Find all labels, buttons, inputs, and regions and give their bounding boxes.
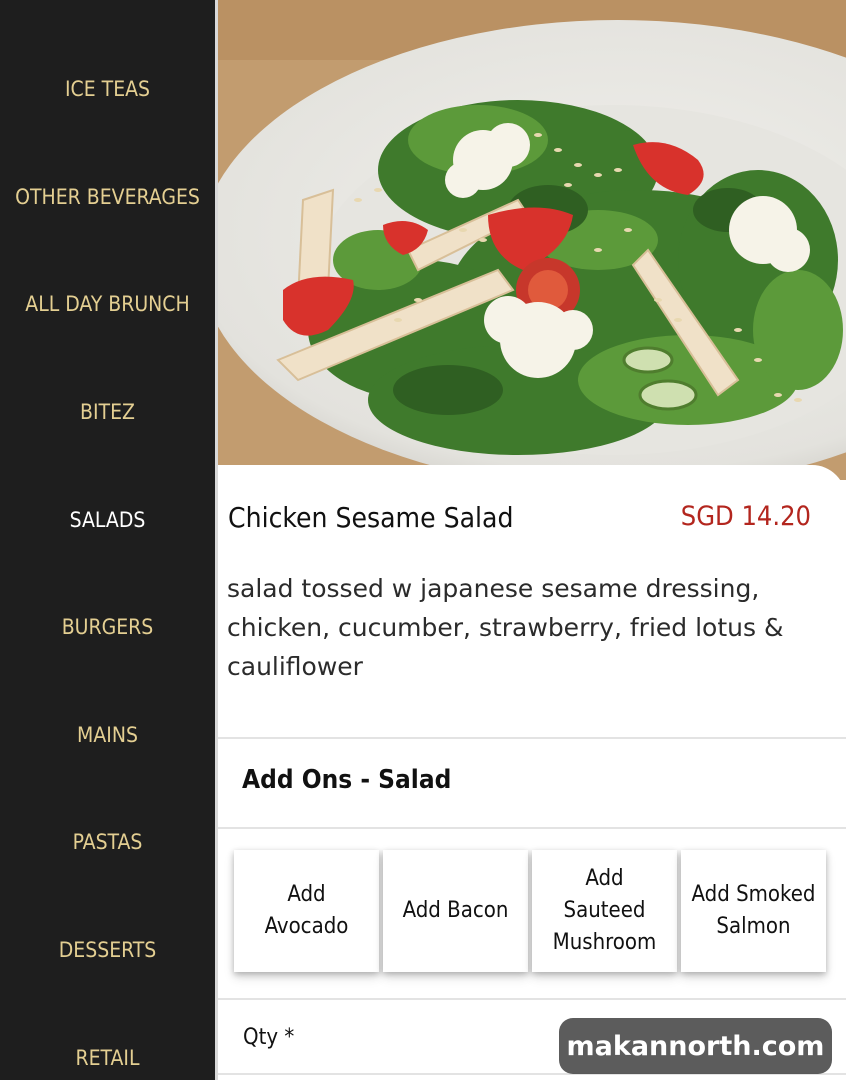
sidebar-item-ice-teas[interactable]: ICE TEAS [0, 59, 215, 119]
product-description: salad tossed w japanese sesame dressing,… [227, 574, 784, 681]
sidebar-item-desserts[interactable]: DESSERTS [0, 920, 215, 980]
divider [218, 827, 846, 829]
sidebar-item-salads[interactable]: SALADS [0, 490, 215, 550]
sidebar-item-retail[interactable]: RETAIL [0, 1028, 215, 1080]
category-sidebar: ICE TEAS OTHER BEVERAGES ALL DAY BRUNCH … [0, 0, 215, 1080]
sidebar-item-other-beverages[interactable]: OTHER BEVERAGES [0, 167, 215, 227]
product-image [218, 0, 846, 480]
addon-bacon-button[interactable]: Add Bacon [383, 850, 528, 972]
divider [218, 998, 846, 1000]
sidebar-item-pastas[interactable]: PASTAS [0, 812, 215, 872]
addon-avocado-button[interactable]: Add Avocado [234, 850, 379, 972]
divider [218, 737, 846, 739]
addon-smoked-salmon-button[interactable]: Add Smoked Salmon [681, 850, 826, 972]
sidebar-item-all-day-brunch[interactable]: ALL DAY BRUNCH [0, 274, 215, 334]
addons-options: Add Avocado Add Bacon Add Sauteed Mushro… [234, 850, 826, 972]
qty-label: Qty * [243, 1025, 295, 1050]
product-details-panel: Chicken Sesame Salad SGD 14.20 salad tos… [218, 465, 846, 1080]
product-title: Chicken Sesame Salad [228, 501, 514, 534]
sidebar-item-burgers[interactable]: BURGERS [0, 597, 215, 657]
addon-sauteed-mushroom-button[interactable]: Add Sauteed Mushroom [532, 850, 677, 972]
product-price: SGD 14.20 [680, 501, 811, 532]
salad-photo-icon [218, 0, 846, 480]
sidebar-item-bitez[interactable]: BITEZ [0, 382, 215, 442]
addons-section-title: Add Ons - Salad [242, 765, 452, 795]
sidebar-item-mains[interactable]: MAINS [0, 705, 215, 765]
watermark: makannorth.com [559, 1018, 832, 1074]
